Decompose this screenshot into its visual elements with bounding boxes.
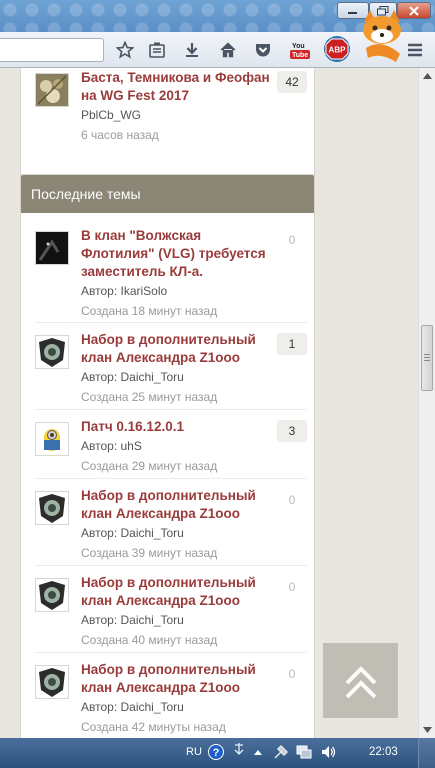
windows-taskbar: RU ? 22:03 <box>0 738 435 768</box>
topic-author[interactable]: PblCb_WG <box>81 107 141 123</box>
topic-title[interactable]: Набор в дополнительный клан Александра Z… <box>81 331 277 367</box>
divider <box>35 565 307 566</box>
topic-title[interactable]: В клан "Волжская Флотилия" (VLG) требует… <box>81 227 277 281</box>
triangle-up-icon <box>423 73 432 79</box>
scrollbar-thumb[interactable] <box>421 325 433 391</box>
show-desktop-button[interactable] <box>418 738 435 768</box>
adblock-icon[interactable]: ABP <box>322 34 352 64</box>
divider <box>35 478 307 479</box>
triangle-down-icon <box>423 727 432 733</box>
url-bar[interactable] <box>0 38 104 62</box>
topic-author[interactable]: Автор: Daichi_Toru <box>81 699 184 715</box>
scroll-up-arrow[interactable] <box>419 68 435 84</box>
home-icon[interactable] <box>217 40 239 60</box>
scroll-to-top-button[interactable] <box>323 643 398 718</box>
avatar <box>35 665 69 699</box>
language-indicator[interactable]: RU <box>186 746 202 758</box>
avatar <box>35 491 69 525</box>
reply-count: 0 <box>277 663 307 685</box>
topic-date: Создана 18 минут назад <box>81 304 218 318</box>
divider <box>35 652 307 653</box>
double-chevron-up-icon <box>345 665 376 698</box>
svg-text:Tube: Tube <box>292 52 308 59</box>
avatar <box>35 231 69 265</box>
reply-count: 0 <box>277 489 307 511</box>
scroll-down-arrow[interactable] <box>419 722 435 738</box>
topic-author[interactable]: Автор: uhS <box>81 438 142 454</box>
topic-date: Создана 25 минут назад <box>81 390 218 404</box>
topic-author[interactable]: Автор: Daichi_Toru <box>81 525 184 541</box>
topic-title[interactable]: Набор в дополнительный клан Александра Z… <box>81 661 277 697</box>
reply-count: 0 <box>277 229 307 251</box>
volume-icon[interactable] <box>320 744 336 760</box>
star-icon[interactable] <box>114 40 136 60</box>
page-content: Баста, Темникова и Феофан на WG Fest 201… <box>0 68 418 738</box>
help-icon[interactable]: ? <box>208 744 224 760</box>
close-icon <box>409 5 419 16</box>
show-hidden-icons-icon[interactable] <box>250 744 266 760</box>
reply-count: 0 <box>277 576 307 598</box>
youtube-icon[interactable]: You Tube <box>288 40 312 60</box>
clock[interactable]: 22:03 <box>369 746 398 758</box>
topic-date: Создана 39 минут назад <box>81 546 218 560</box>
pocket-icon[interactable] <box>252 40 274 60</box>
topic-date: Создана 42 минуты назад <box>81 720 226 734</box>
network-tool-icon[interactable] <box>273 744 289 760</box>
latest-topics-card: Последние темы В клан "Волжская Флотилия… <box>20 174 315 738</box>
vertical-scrollbar[interactable] <box>418 68 435 738</box>
topic-author[interactable]: Автор: Daichi_Toru <box>81 369 184 385</box>
avatar <box>35 422 69 456</box>
download-icon[interactable] <box>181 40 203 60</box>
reply-count: 1 <box>277 333 307 355</box>
reading-list-icon[interactable] <box>146 40 168 60</box>
topic-title[interactable]: Баста, Темникова и Феофан на WG Fest 201… <box>81 69 277 105</box>
svg-text:You: You <box>292 43 305 50</box>
topic-title[interactable]: Набор в дополнительный клан Александра Z… <box>81 487 277 523</box>
topic-date: Создана 40 минут назад <box>81 633 218 647</box>
language-settings-icon[interactable] <box>231 741 247 757</box>
reply-count: 3 <box>277 420 307 442</box>
divider <box>35 409 307 410</box>
svg-text:ABP: ABP <box>329 46 347 55</box>
svg-text:?: ? <box>213 747 220 759</box>
fox-theme-icon <box>363 10 401 62</box>
topic-date: Создана 29 минут назад <box>81 459 218 473</box>
network-icon[interactable] <box>296 744 312 760</box>
topic-author[interactable]: Автор: IkariSolo <box>81 283 167 299</box>
topic-author[interactable]: Автор: Daichi_Toru <box>81 612 184 628</box>
avatar <box>35 335 69 369</box>
avatar <box>35 578 69 612</box>
section-header: Последние темы <box>21 175 314 213</box>
topic-title[interactable]: Патч 0.16.12.0.1 <box>81 418 277 436</box>
topic-date: 6 часов назад <box>81 128 159 142</box>
divider <box>35 322 307 323</box>
avatar <box>35 73 69 107</box>
topic-title[interactable]: Набор в дополнительный клан Александра Z… <box>81 574 277 610</box>
reply-count: 42 <box>277 71 307 93</box>
